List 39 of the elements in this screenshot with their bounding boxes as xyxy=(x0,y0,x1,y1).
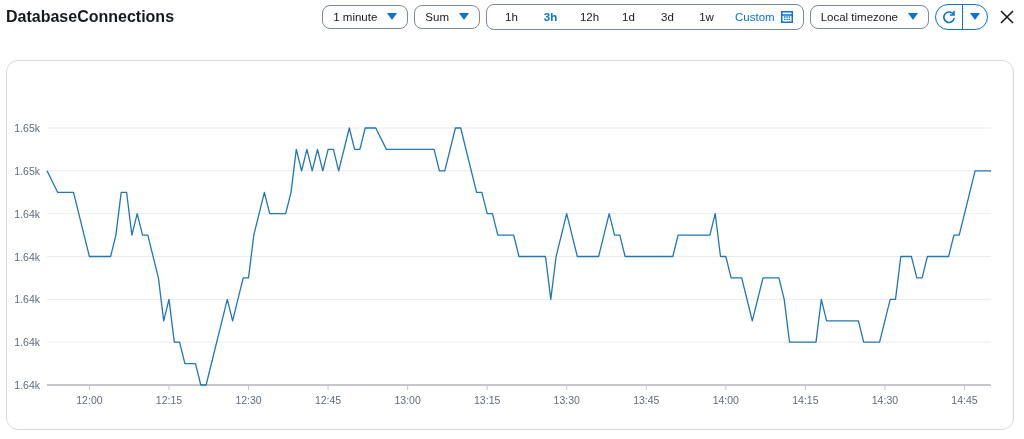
x-axis-label: 12:30 xyxy=(235,394,262,406)
refresh-options-button[interactable] xyxy=(962,4,988,30)
x-axis-label: 13:00 xyxy=(394,394,421,406)
custom-range-button[interactable]: Custom xyxy=(727,9,797,25)
x-axis-label: 14:45 xyxy=(951,394,978,406)
x-axis-label: 12:00 xyxy=(76,394,103,406)
statistic-dropdown[interactable]: Sum xyxy=(414,5,480,29)
refresh-button[interactable] xyxy=(935,4,963,30)
x-axis-label: 13:30 xyxy=(553,394,580,406)
x-axis-label: 12:15 xyxy=(155,394,183,406)
caret-icon xyxy=(459,13,469,21)
caret-icon xyxy=(908,13,918,21)
y-axis-label: 1.65k xyxy=(14,164,40,177)
x-axis-label: 12:45 xyxy=(314,394,342,406)
period-dropdown[interactable]: 1 minute xyxy=(322,5,409,29)
y-axis-label: 1.64k xyxy=(14,250,40,263)
close-icon xyxy=(1000,10,1014,24)
time-range-option[interactable]: 1d xyxy=(610,9,647,25)
time-range-option[interactable]: 1h xyxy=(493,9,530,25)
timezone-dropdown[interactable]: Local timezone xyxy=(809,5,929,29)
x-axis-label: 14:00 xyxy=(712,394,739,406)
x-axis-label: 13:15 xyxy=(474,394,501,406)
time-range-option[interactable]: 3d xyxy=(649,9,686,25)
time-range-option[interactable]: 3h xyxy=(532,9,569,25)
calendar-icon xyxy=(780,11,793,23)
x-axis-label: 14:15 xyxy=(792,394,819,406)
refresh-icon xyxy=(942,10,956,24)
time-range-option[interactable]: 12h xyxy=(571,9,608,25)
caret-icon xyxy=(970,13,980,21)
caret-icon xyxy=(387,13,398,21)
x-axis-label: 13:45 xyxy=(633,394,660,406)
y-axis-label: 1.64k xyxy=(14,207,40,220)
widget-title: DatabaseConnections xyxy=(6,8,175,26)
y-axis-label: 1.64k xyxy=(14,379,40,391)
x-axis-label: 14:30 xyxy=(871,394,899,406)
y-axis-label: 1.64k xyxy=(14,293,40,306)
y-axis-label: 1.64k xyxy=(14,336,40,349)
y-axis-label: 1.65k xyxy=(14,122,40,134)
time-range-option[interactable]: 1w xyxy=(688,9,725,25)
